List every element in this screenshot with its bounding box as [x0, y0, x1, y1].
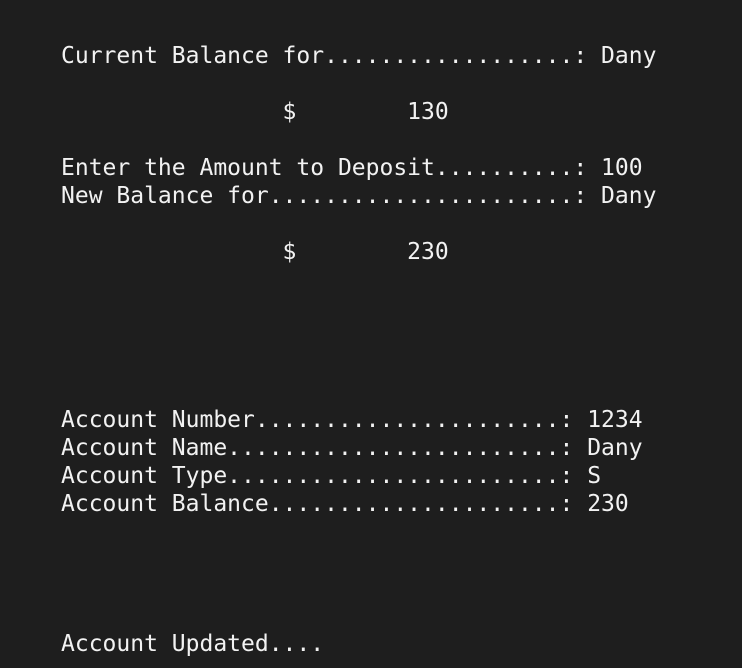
deposit-amount-line: Enter the Amount to Deposit..........: 1… [61, 155, 643, 181]
new-balance-line: New Balance for......................: D… [61, 183, 657, 209]
account-type-line: Account Type........................: S [61, 463, 602, 489]
terminal-output: Current Balance for..................: D… [0, 0, 742, 668]
account-name-line: Account Name........................: Da… [61, 435, 643, 461]
old-balance-amount: $ 130 [61, 99, 449, 125]
current-balance-line: Current Balance for..................: D… [61, 43, 657, 69]
account-updated-message: Account Updated.... [61, 631, 325, 657]
account-balance-line: Account Balance.....................: 23… [61, 491, 629, 517]
account-number-line: Account Number......................: 12… [61, 407, 643, 433]
new-balance-amount: $ 230 [61, 239, 449, 265]
